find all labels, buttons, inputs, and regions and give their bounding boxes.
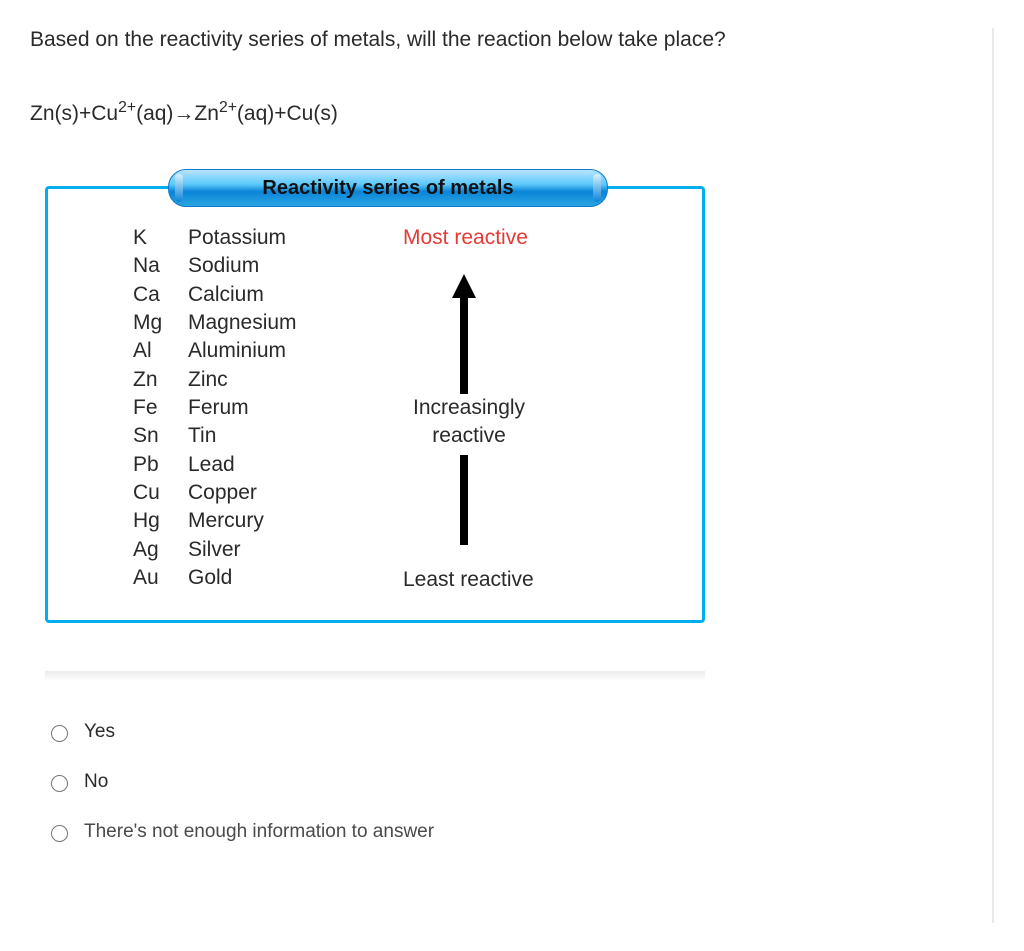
answer-radio[interactable] <box>51 725 68 742</box>
answer-label: There's not enough information to answer <box>84 821 434 843</box>
panel-shadow <box>45 671 705 681</box>
metal-name: Ferum <box>188 394 249 422</box>
metal-name: Silver <box>188 536 241 564</box>
metal-symbol: Mg <box>133 309 188 337</box>
question-text: Based on the reactivity series of metals… <box>30 28 972 52</box>
arrow-stem-icon <box>455 455 473 545</box>
metal-row: ZnZinc <box>133 366 403 394</box>
metal-name: Lead <box>188 451 235 479</box>
metal-name: Sodium <box>188 252 259 280</box>
metal-row: AlAluminium <box>133 337 403 365</box>
metal-name: Magnesium <box>188 309 297 337</box>
metal-symbol: Ca <box>133 281 188 309</box>
answer-option[interactable]: No <box>46 771 972 793</box>
reactivity-arrow-column: Most reactive Increasingly reactive <box>403 224 674 592</box>
answer-radio[interactable] <box>51 825 68 842</box>
metal-symbol: Fe <box>133 394 188 422</box>
metal-row: FeFerum <box>133 394 403 422</box>
answer-option[interactable]: There's not enough information to answer <box>46 821 972 843</box>
metal-row: PbLead <box>133 451 403 479</box>
metal-row: KPotassium <box>133 224 403 252</box>
answer-radio[interactable] <box>51 775 68 792</box>
answer-label: No <box>84 771 108 793</box>
metal-symbol: Pb <box>133 451 188 479</box>
metal-symbol: Sn <box>133 422 188 450</box>
least-reactive-label: Least reactive <box>403 568 534 592</box>
metal-name: Zinc <box>188 366 228 394</box>
reactivity-figure: Reactivity series of metals KPotassiumNa… <box>45 186 972 623</box>
metal-name: Potassium <box>188 224 286 252</box>
question-container: Based on the reactivity series of metals… <box>30 28 994 923</box>
panel-title: Reactivity series of metals <box>168 169 608 207</box>
metal-name: Copper <box>188 479 257 507</box>
metal-name: Gold <box>188 564 232 592</box>
answer-option[interactable]: Yes <box>46 721 972 743</box>
metal-symbol: Au <box>133 564 188 592</box>
metal-symbol: K <box>133 224 188 252</box>
metals-list: KPotassiumNaSodiumCaCalciumMgMagnesiumAl… <box>133 224 403 592</box>
metal-name: Mercury <box>188 507 264 535</box>
metal-row: AuGold <box>133 564 403 592</box>
metal-symbol: Zn <box>133 366 188 394</box>
answer-options: Yes No There's not enough information to a… <box>46 721 972 843</box>
metal-row: AgSilver <box>133 536 403 564</box>
metal-row: MgMagnesium <box>133 309 403 337</box>
metal-name: Aluminium <box>188 337 286 365</box>
metal-row: CuCopper <box>133 479 403 507</box>
metal-name: Tin <box>188 422 216 450</box>
metal-row: HgMercury <box>133 507 403 535</box>
answer-label: Yes <box>84 721 115 743</box>
metal-symbol: Al <box>133 337 188 365</box>
metal-symbol: Ag <box>133 536 188 564</box>
metal-symbol: Na <box>133 252 188 280</box>
metal-name: Calcium <box>188 281 264 309</box>
metal-row: SnTin <box>133 422 403 450</box>
metal-symbol: Hg <box>133 507 188 535</box>
reaction-equation: Zn(s)+Cu2+(aq)→Zn2+(aq)+Cu(s) <box>30 102 972 126</box>
arrow-up-icon <box>452 274 476 394</box>
most-reactive-label: Most reactive <box>403 226 528 250</box>
metal-symbol: Cu <box>133 479 188 507</box>
increasingly-reactive-label: Increasingly reactive <box>413 394 525 451</box>
metal-row: CaCalcium <box>133 281 403 309</box>
metal-row: NaSodium <box>133 252 403 280</box>
